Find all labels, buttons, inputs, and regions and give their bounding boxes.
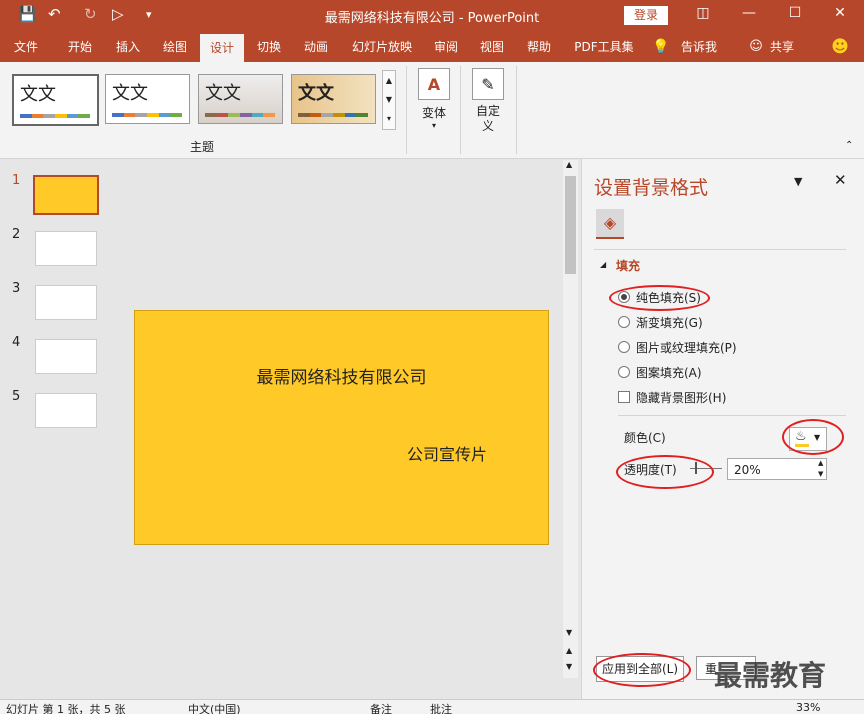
ribbon-divider (460, 66, 461, 154)
group-label-themes: 主题 (190, 140, 215, 154)
pattern-fill-radio[interactable] (618, 366, 630, 378)
window-title: 最需网络科技有限公司 - PowerPoint (324, 11, 540, 26)
tab-pdf-tools[interactable]: PDF工具集 (568, 32, 640, 62)
title-bar: 💾 ↶ ↻ ▷ ▾ 最需网络科技有限公司 - PowerPoint 登录 ◫ —… (0, 0, 864, 32)
slide-thumbnail-2[interactable] (35, 231, 97, 266)
slide-title[interactable]: 最需网络科技有限公司 (135, 363, 548, 388)
tab-draw[interactable]: 绘图 (153, 32, 197, 62)
lightbulb-icon: 💡 (652, 39, 670, 55)
tab-slideshow[interactable]: 幻灯片放映 (344, 32, 420, 62)
pattern-fill-option[interactable]: 图案填充(A) (618, 364, 702, 381)
ribbon-display-options-icon[interactable]: ◫ (693, 5, 713, 21)
pane-divider (618, 415, 846, 416)
tab-home[interactable]: 开始 (58, 32, 102, 62)
tab-insert[interactable]: 插入 (106, 32, 150, 62)
variants-icon: A (418, 68, 450, 100)
tab-file[interactable]: 文件 (4, 32, 48, 62)
maximize-icon[interactable]: ☐ (785, 5, 805, 21)
customize-icon: ✎ (472, 68, 504, 100)
tab-design[interactable]: 设计 (200, 34, 244, 62)
theme-2[interactable]: 文文 (105, 74, 190, 124)
spinner-icon[interactable]: ▲ ▼ (818, 458, 823, 480)
minimize-icon[interactable]: — (739, 5, 759, 21)
themes-gallery-scroll[interactable]: ▲ ▼ ▾ (382, 70, 396, 130)
annotation-ellipse (609, 285, 710, 311)
login-button[interactable]: 登录 (624, 6, 668, 25)
tab-review[interactable]: 审阅 (424, 32, 468, 62)
color-label: 颜色(C) (624, 431, 666, 445)
notes-button[interactable]: 备注 (370, 701, 392, 714)
theme-office[interactable]: 文文 (12, 74, 99, 126)
tab-help[interactable]: 帮助 (517, 32, 561, 62)
slide-thumbnail-1[interactable] (33, 175, 99, 215)
slide-thumbnail-5[interactable] (35, 393, 97, 428)
scrollbar-thumb[interactable] (565, 176, 576, 274)
variants-button[interactable]: A 变体 ▾ (414, 68, 454, 130)
ribbon-tabs: 文件 开始 插入 绘图 设计 切换 动画 幻灯片放映 审阅 视图 帮助 PDF工… (0, 32, 864, 62)
slide-canvas[interactable]: 最需网络科技有限公司 公司宣传片 (134, 310, 549, 545)
close-icon[interactable]: ✕ (830, 5, 850, 21)
customize-button[interactable]: ✎ 自定义 (468, 68, 508, 134)
slide-thumbnails-pane: 1 2 3 4 5 (0, 159, 116, 699)
tab-animations[interactable]: 动画 (294, 32, 338, 62)
ribbon-design: 文文 文文 文文 文文 ▲ ▼ ▾ 主题 A 变体 ▾ ✎ 自定义 ⌃ (0, 62, 864, 159)
theme-4[interactable]: 文文 (291, 74, 376, 124)
smiley-feedback-icon[interactable]: ☻ (828, 32, 852, 62)
zoom-level[interactable]: 33% (796, 701, 820, 714)
slide-thumbnail-3[interactable] (35, 285, 97, 320)
section-collapse-icon[interactable]: ◢ (600, 260, 606, 269)
gradient-fill-option[interactable]: 渐变填充(G) (618, 314, 703, 331)
tab-transitions[interactable]: 切换 (247, 32, 291, 62)
slide-number: 1 (12, 173, 21, 188)
slide-subtitle[interactable]: 公司宣传片 (407, 441, 487, 465)
pane-divider (594, 249, 846, 250)
annotation-ellipse (782, 419, 844, 455)
tell-me[interactable]: 告诉我 (676, 32, 722, 62)
picture-fill-radio[interactable] (618, 341, 630, 353)
hide-background-graphics-option[interactable]: 隐藏背景图形(H) (618, 389, 726, 406)
ribbon-divider (406, 66, 407, 154)
close-pane-icon[interactable]: ✕ (834, 171, 847, 189)
section-fill[interactable]: 填充 (616, 257, 640, 274)
slide-number: 2 (12, 227, 21, 242)
next-slide-icon[interactable]: ▼ (566, 662, 572, 671)
status-bar: 幻灯片 第 1 张，共 5 张 中文(中国) 备注 批注 33% (0, 699, 864, 714)
gradient-fill-radio[interactable] (618, 316, 630, 328)
ribbon-divider (516, 66, 517, 154)
annotation-ellipse (616, 455, 714, 489)
user-icon: ☺ (749, 39, 763, 54)
slide-number: 5 (12, 389, 21, 404)
slide-thumbnail-4[interactable] (35, 339, 97, 374)
slide-number: 3 (12, 281, 21, 296)
watermark: 最需教育 (714, 659, 827, 692)
share-button[interactable]: 共享 (766, 32, 798, 62)
language[interactable]: 中文(中国) (188, 701, 241, 714)
comments-button[interactable]: 批注 (430, 701, 452, 714)
pane-title: 设置背景格式 (594, 177, 709, 199)
previous-slide-icon[interactable]: ▲ (566, 646, 572, 655)
slide-scrollbar[interactable]: ▲ ▼ ▲ ▼ (563, 160, 578, 678)
annotation-ellipse (593, 653, 691, 687)
slide-number: 4 (12, 335, 21, 350)
picture-fill-option[interactable]: 图片或纹理填充(P) (618, 339, 737, 356)
tab-view[interactable]: 视图 (470, 32, 514, 62)
theme-3[interactable]: 文文 (198, 74, 283, 124)
slide-count: 幻灯片 第 1 张，共 5 张 (6, 703, 126, 714)
transparency-input[interactable]: 20% (727, 458, 827, 480)
scroll-up-icon[interactable]: ▲ (566, 160, 572, 169)
fill-tab-icon[interactable]: ◈ (596, 209, 624, 239)
pane-options-icon[interactable]: ▼ (794, 175, 802, 188)
scroll-down-icon[interactable]: ▼ (566, 628, 572, 637)
collapse-ribbon-icon[interactable]: ⌃ (845, 140, 853, 151)
hide-background-checkbox[interactable] (618, 391, 630, 403)
